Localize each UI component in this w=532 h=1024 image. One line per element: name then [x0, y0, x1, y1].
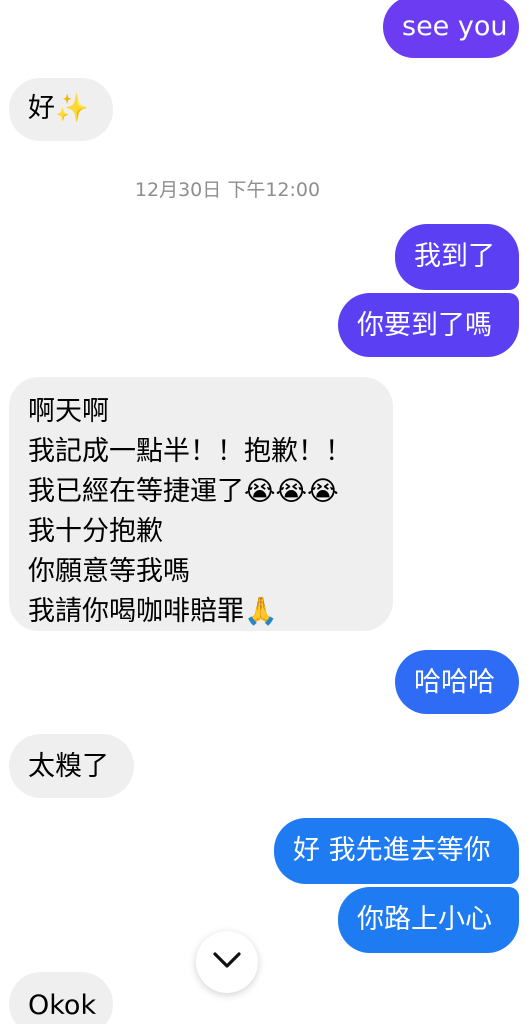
- chat-thread: see you 好✨ 12月30日 下午12:00 我到了 你要到了嗎 啊天啊 …: [0, 0, 532, 1024]
- message-bubble-outgoing[interactable]: 你路上小心: [338, 887, 519, 953]
- message-line: 我已經在等捷運了😭😭😭: [28, 476, 339, 507]
- message-line: 你願意等我嗎: [28, 556, 190, 587]
- message-bubble-incoming[interactable]: Okok: [9, 972, 113, 1024]
- message-line: 我記成一點半！！抱歉！！: [28, 436, 352, 467]
- message-text: 你要到了嗎: [357, 310, 492, 341]
- message-bubble-outgoing[interactable]: 哈哈哈: [395, 650, 519, 714]
- message-bubble-outgoing[interactable]: 我到了: [395, 224, 519, 290]
- timestamp: 12月30日 下午12:00: [134, 179, 321, 201]
- chevron-down-icon: [212, 951, 242, 973]
- message-text: 我到了: [414, 241, 495, 272]
- message-text: 哈哈哈: [414, 667, 495, 698]
- message-bubble-incoming[interactable]: 啊天啊 我記成一點半！！抱歉！！ 我已經在等捷運了😭😭😭 我十分抱歉 你願意等我…: [9, 377, 393, 631]
- message-line: 我十分抱歉: [28, 516, 163, 547]
- message-text: 好 我先進去等你: [293, 835, 491, 866]
- message-line: 啊天啊: [28, 396, 109, 427]
- message-text: 太糗了: [28, 751, 109, 782]
- message-bubble-outgoing[interactable]: 你要到了嗎: [338, 293, 519, 357]
- message-text: 好✨: [28, 93, 89, 124]
- message-text: see you: [402, 11, 508, 42]
- message-bubble-outgoing[interactable]: 好 我先進去等你: [274, 818, 519, 884]
- message-line: 我請你喝咖啡賠罪🙏: [28, 596, 278, 627]
- scroll-to-bottom-button[interactable]: [196, 931, 258, 993]
- message-bubble-incoming[interactable]: 好✨: [9, 78, 113, 141]
- message-text: Okok: [28, 990, 97, 1021]
- message-text: 你路上小心: [357, 904, 492, 935]
- message-bubble-outgoing[interactable]: see you: [383, 0, 519, 58]
- message-bubble-incoming[interactable]: 太糗了: [9, 734, 134, 798]
